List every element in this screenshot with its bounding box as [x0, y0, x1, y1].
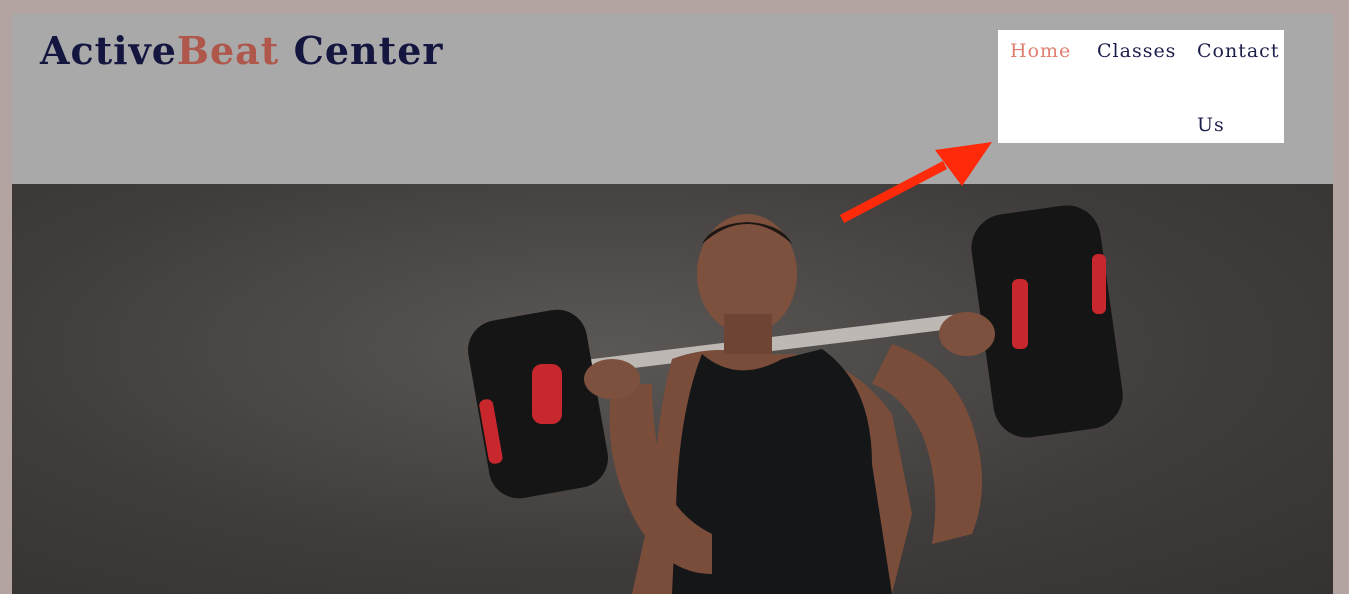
logo-word-beat: Beat — [176, 28, 280, 73]
hero-image — [12, 184, 1333, 594]
hero-photo-illustration — [468, 205, 1123, 594]
logo-word-active: Active — [40, 28, 177, 73]
nav-item-home[interactable]: Home — [1010, 40, 1071, 62]
main-nav: Home Classes Contact Us — [998, 30, 1284, 143]
right-weight-plate — [971, 205, 1123, 438]
nav-item-contact-us[interactable]: Us — [1197, 114, 1225, 136]
site-logo[interactable]: ActiveBeat Center — [40, 28, 443, 73]
logo-word-center: Center — [279, 28, 444, 73]
left-weight-plate — [468, 309, 608, 499]
nav-item-classes[interactable]: Classes — [1097, 40, 1176, 62]
nav-item-contact[interactable]: Contact — [1197, 40, 1279, 62]
site-header: ActiveBeat Center Home Classes Contact U… — [12, 14, 1333, 184]
page: ActiveBeat Center Home Classes Contact U… — [12, 14, 1333, 594]
athlete-figure — [584, 214, 995, 594]
